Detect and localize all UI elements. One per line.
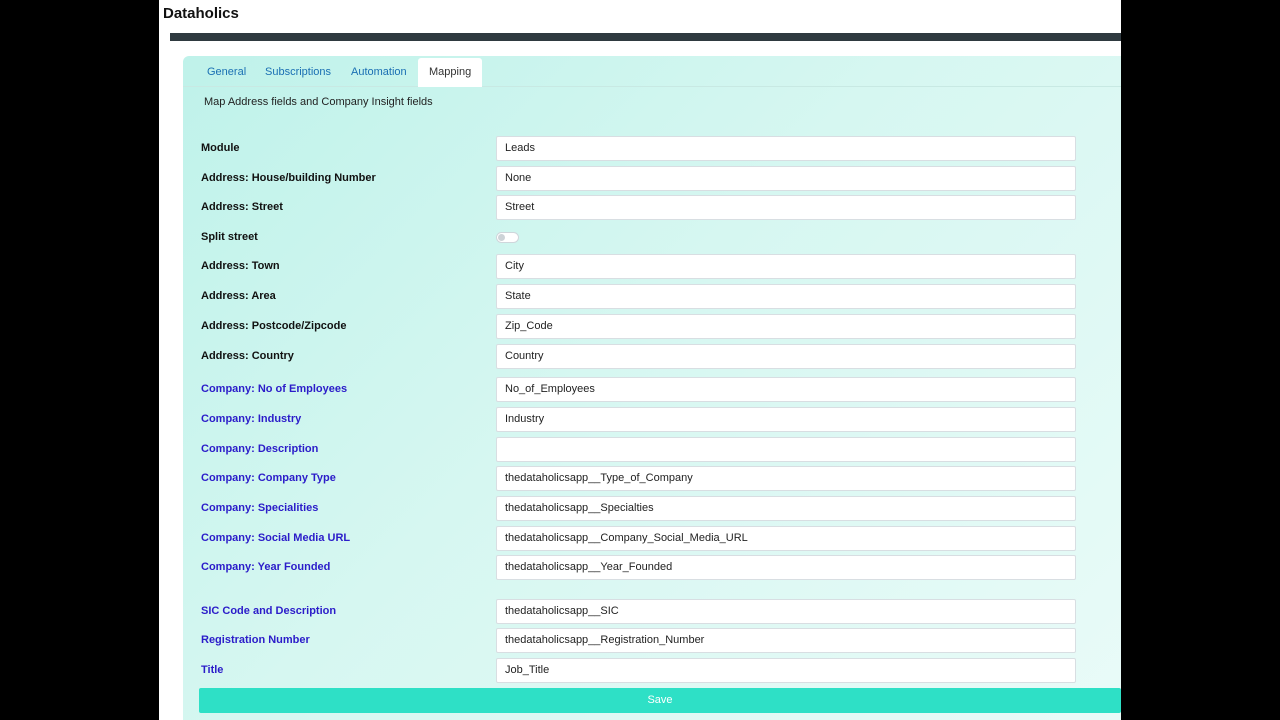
field-address-street[interactable]: Street — [496, 195, 1076, 220]
label-split-street: Split street — [201, 231, 258, 243]
field-company-year-founded[interactable]: thedataholicsapp__Year_Founded — [496, 555, 1076, 580]
header-divider-bar — [170, 33, 1121, 41]
field-company-company-type[interactable]: thedataholicsapp__Type_of_Company — [496, 466, 1076, 491]
field-address-area[interactable]: State — [496, 284, 1076, 309]
label-address-country: Address: Country — [201, 350, 294, 362]
field-company-description[interactable] — [496, 437, 1076, 462]
field-sic-code-and-description[interactable]: thedataholicsapp__SIC — [496, 599, 1076, 624]
label-address-area: Address: Area — [201, 290, 276, 302]
tab-bar: General Subscriptions Automation Mapping — [183, 56, 1121, 87]
tab-mapping[interactable]: Mapping — [418, 58, 483, 87]
field-address-postcode-zipcode[interactable]: Zip_Code — [496, 314, 1076, 339]
app-title: Dataholics — [163, 5, 239, 22]
app-page: Dataholics General Subscriptions Automat… — [159, 0, 1121, 720]
label-company-specialities: Company: Specialities — [201, 502, 319, 514]
label-company-industry: Company: Industry — [201, 413, 302, 425]
label-address-town: Address: Town — [201, 260, 280, 272]
label-registration-number: Registration Number — [201, 634, 310, 646]
field-company-industry[interactable]: Industry — [496, 407, 1076, 432]
label-company-social-media-url: Company: Social Media URL — [201, 532, 351, 544]
label-company-year-founded: Company: Year Founded — [201, 561, 331, 573]
field-company-specialities[interactable]: thedataholicsapp__Specialties — [496, 496, 1076, 521]
field-address-country[interactable]: Country — [496, 344, 1076, 369]
mapping-description: Map Address fields and Company Insight f… — [204, 96, 433, 108]
field-registration-number[interactable]: thedataholicsapp__Registration_Number — [496, 628, 1076, 653]
toggle-knob — [498, 234, 505, 241]
field-address-town[interactable]: City — [496, 254, 1076, 279]
label-company-description: Company: Description — [201, 443, 319, 455]
field-company-social-media-url[interactable]: thedataholicsapp__Company_Social_Media_U… — [496, 526, 1076, 551]
field-address-house-building-number[interactable]: None — [496, 166, 1076, 191]
tab-general[interactable]: General — [196, 58, 257, 87]
label-sic-code-and-description: SIC Code and Description — [201, 605, 337, 617]
label-module: Module — [201, 142, 240, 154]
field-module[interactable]: Leads — [496, 136, 1076, 161]
save-button[interactable]: Save — [199, 688, 1121, 713]
label-company-company-type: Company: Company Type — [201, 472, 336, 484]
field-company-no-of-employees[interactable]: No_of_Employees — [496, 377, 1076, 402]
settings-panel: General Subscriptions Automation Mapping… — [183, 56, 1121, 720]
label-address-street: Address: Street — [201, 201, 283, 213]
label-title: Title — [201, 664, 224, 676]
tab-subscriptions[interactable]: Subscriptions — [254, 58, 342, 87]
label-address-house-building-number: Address: House/building Number — [201, 172, 376, 184]
split-street-toggle[interactable] — [496, 232, 519, 243]
label-company-no-of-employees: Company: No of Employees — [201, 383, 348, 395]
tab-automation[interactable]: Automation — [340, 58, 418, 87]
field-title[interactable]: Job_Title — [496, 658, 1076, 683]
label-address-postcode-zipcode: Address: Postcode/Zipcode — [201, 320, 347, 332]
